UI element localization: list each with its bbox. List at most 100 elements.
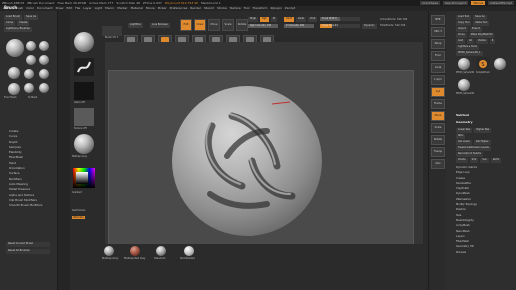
shelf-xyz-button[interactable]: Xyz [431,87,445,97]
load-brush-button[interactable]: Load Brush [4,15,23,20]
lightbox-tools-button[interactable]: Lightbox ▸ Tools [456,45,479,50]
visible-button[interactable]: Visible [475,39,488,44]
brush-thumb-pinch[interactable] [39,69,49,79]
copy-tool-button[interactable]: Copy Tool [456,21,472,26]
standard-brush-thumb[interactable] [156,246,166,256]
reset-current-brush-button[interactable]: Reset Current Brush [6,242,50,247]
import-button[interactable]: Import [456,27,468,32]
focal-shift-slider[interactable]: Focal Shift 0 [320,17,360,21]
all-button[interactable]: All [466,39,474,44]
smt-button[interactable]: Smt [469,158,479,163]
menu-preferences[interactable]: Preferences [170,7,188,10]
menu-layer[interactable]: Layer [83,7,91,10]
save-as-button[interactable]: Save As [24,15,38,20]
default-zscript-button[interactable]: DefaultZScript [488,1,514,5]
del-higher-button[interactable]: Del Higher [473,140,491,145]
draw-size-slider[interactable]: Draw Size 64 [320,24,360,28]
zadd-button[interactable]: Zadd [284,17,295,22]
freeze-subdivision-button[interactable]: Freeze SubDivision Levels [456,146,491,151]
draw-button[interactable]: Draw [194,19,206,31]
menu-stroke[interactable]: Stroke [217,7,227,10]
pm3d-sphere-thumb[interactable] [458,58,470,70]
pm3d-sphere-thumb-2[interactable] [494,58,506,70]
goz-button[interactable]: GoZ [456,39,465,44]
brush-thumb-claybuildup[interactable] [6,39,24,57]
texture-thumb[interactable] [74,108,94,126]
menu-macro[interactable]: Macro [105,7,114,10]
tool-save-as-button[interactable]: Save As [473,15,487,20]
menu-tool[interactable]: Tool [244,7,250,10]
alternate-button[interactable]: Alternate [72,216,85,220]
lightbox-brushes-button[interactable]: Lightbox ▸ Brushes [4,27,32,32]
brush-thumb-dam-standard[interactable] [26,55,36,65]
make-polymesh-button[interactable]: Make PolyMesh3D [468,33,495,38]
matcap-gray-thumb[interactable] [104,246,114,256]
shelf-rotate-button[interactable]: Rotate [431,135,445,145]
menu-file[interactable]: File [75,7,80,10]
lower-res-button[interactable]: Lower Res [456,128,473,133]
brush-submenu-smooth-brush-modifiers[interactable]: Smooth Brush Modifiers [9,204,42,209]
rgb-intensity-slider[interactable]: Rgb Intensity 100 [248,24,278,28]
menu-material[interactable]: Material [131,7,143,10]
brush-thumb-extra-3[interactable] [39,83,49,93]
brush-thumb-hpolish[interactable] [24,69,34,79]
pm3d-sphere-thumb-3[interactable] [458,79,470,91]
subtool-header[interactable]: Subtool [456,114,469,117]
brush-thumb-trimdynamic[interactable] [8,67,20,79]
reuv-button[interactable]: ReUV [490,158,502,163]
menu-marker[interactable]: Marker [117,7,127,10]
move-button[interactable]: Move [208,19,220,31]
simple-brush-thumb[interactable]: S [476,57,490,71]
live-boolean-button[interactable]: Live Boolean [150,23,171,28]
projection-master-thumb[interactable] [102,26,122,36]
shelf-solo-button[interactable]: Solo [431,159,445,169]
dynamic-button[interactable]: Dynamic [362,24,377,29]
stroke-thumb[interactable] [74,58,94,76]
menu-edit[interactable]: Edit [66,7,72,10]
menus-button[interactable]: Menus [471,1,486,5]
load-tool-button[interactable]: Load Tool [456,15,472,20]
sculpt-sphere[interactable] [172,86,322,236]
switch-color-button[interactable]: SwitchColor [72,209,86,212]
menu-render[interactable]: Render [190,7,201,10]
r-button[interactable]: R [489,39,496,44]
m-button[interactable]: M [270,17,277,22]
tool-subpalette-preview[interactable]: Preview [456,251,477,257]
higher-res-button[interactable]: Higher Res [474,128,492,133]
edit-button[interactable]: Edit [180,19,192,31]
shelf-l-sym-button[interactable]: L.Sym [431,75,445,85]
pm3d-sphere-slider[interactable]: PM3D_Sphere3D_1 [456,51,483,56]
zsub-button[interactable]: Zsub [296,17,307,22]
left-tray-strip[interactable] [58,11,70,290]
shelf-floor-button[interactable]: Floor [431,51,445,61]
lightbox-button[interactable]: LightBox [128,23,143,28]
shelf-move-button[interactable]: Move [431,111,445,121]
clone-button[interactable]: Clone [4,21,16,26]
menu-stencil[interactable]: Stencil [204,7,214,10]
divide-button[interactable]: Divide [456,158,468,163]
from-mesh-button[interactable]: From Mesh [4,96,16,99]
brush-thumb-standard[interactable] [26,41,36,51]
brush-thumb-extra-1[interactable] [8,83,20,95]
color-picker[interactable] [71,166,97,190]
mrgb-button[interactable]: Mrgb [248,17,259,22]
alpha-thumb[interactable] [74,82,94,100]
shelf-transp-button[interactable]: Transp [431,147,445,157]
geometry-header[interactable]: Geometry [456,121,473,124]
sdiv-slider[interactable]: SDiv [456,134,466,139]
to-mesh-button[interactable]: To Mesh [28,96,37,99]
tool-clone-button[interactable]: Clone [456,33,467,38]
shelf-spix-3-button[interactable]: SPix 3 [431,27,445,37]
menu-draw[interactable]: Draw [56,7,64,10]
matcap-red-clay-thumb[interactable] [130,246,140,256]
zcut-button[interactable]: Zcut [308,17,318,22]
menu-zplugin[interactable]: Zplugin [270,7,281,10]
current-brush-thumb[interactable] [74,32,94,52]
menu-light[interactable]: Light [95,7,103,10]
rgb-button[interactable]: Rgb [260,17,269,22]
menu-color[interactable]: Color [26,7,34,10]
shelf-frame-button[interactable]: Frame [431,99,445,109]
reset-all-brushes-button[interactable]: Reset All Brushes [6,249,50,254]
material-thumb[interactable] [74,134,94,154]
suv-button[interactable]: Suv [480,158,489,163]
